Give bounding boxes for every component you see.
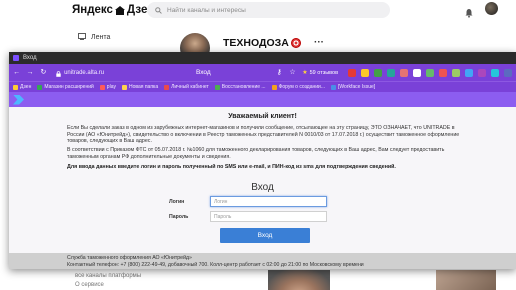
bookmark-item[interactable]: Дзен bbox=[13, 84, 31, 90]
feed-icon bbox=[78, 33, 86, 42]
browser-window: Вход ← → ↻ unitrade.alta.ru Вход ⚷ ☆ ★ 5… bbox=[9, 52, 516, 269]
zen-search-placeholder: Найти каналы и интересы bbox=[167, 6, 246, 14]
extension-icon[interactable] bbox=[413, 68, 422, 77]
info-paragraph: Если Вы сделали заказ в одном из зарубеж… bbox=[67, 125, 460, 145]
bookmark-label: Магазин расширений bbox=[44, 84, 94, 90]
bookmark-item[interactable]: [Workface Issue] bbox=[331, 84, 375, 90]
bookmark-favicon-icon bbox=[99, 84, 105, 90]
bookmark-label: [Workface Issue] bbox=[338, 84, 376, 90]
page-heading: Уважаемый клиент! bbox=[228, 113, 297, 120]
extension-icon[interactable] bbox=[361, 68, 370, 77]
extension-icon[interactable] bbox=[465, 68, 474, 77]
bookmark-label: play bbox=[106, 84, 116, 90]
password-label: Пароль bbox=[169, 214, 189, 220]
footer-contacts: Контактный телефон: +7 (800) 222-49-49, … bbox=[67, 262, 364, 268]
zen-about-link[interactable]: О сервисе bbox=[75, 282, 104, 288]
video-thumbnail[interactable] bbox=[268, 270, 330, 290]
extension-icon[interactable] bbox=[374, 68, 383, 77]
bookmark-favicon-icon bbox=[13, 84, 18, 90]
browser-titlebar: Вход bbox=[9, 52, 516, 64]
bookmark-label: Дзен bbox=[20, 84, 32, 90]
key-icon[interactable]: ⚷ bbox=[276, 69, 283, 77]
unitrade-logo-icon[interactable] bbox=[13, 94, 24, 105]
bookmark-label: Личный кабинет bbox=[171, 84, 209, 90]
bookmark-item[interactable]: Форум о создании... bbox=[271, 84, 326, 90]
lock-icon bbox=[56, 64, 61, 82]
reload-icon[interactable]: ↻ bbox=[40, 69, 47, 77]
bookmarks-bar: Дзен Магазин расширений play Новая папка… bbox=[9, 81, 516, 92]
site-header bbox=[9, 92, 516, 107]
reviews-label: 59 отзывов bbox=[309, 69, 339, 76]
site-footer: Служба таможенного оформления АО «Юнитре… bbox=[9, 253, 516, 269]
login-input[interactable] bbox=[210, 196, 327, 207]
extension-icon[interactable] bbox=[426, 68, 435, 77]
bookmark-favicon-icon bbox=[164, 84, 170, 90]
bookmark-icon[interactable]: ☆ bbox=[289, 69, 296, 77]
star-icon: ★ bbox=[302, 70, 308, 76]
extensions-bar bbox=[348, 68, 513, 77]
zen-logo[interactable]: Яндекс Дзен bbox=[72, 4, 154, 16]
bookmark-item[interactable]: Новая папка bbox=[121, 84, 159, 90]
bookmark-favicon-icon bbox=[271, 84, 277, 90]
bookmark-label: Форум о создании... bbox=[278, 84, 326, 90]
browser-toolbar: ← → ↻ unitrade.alta.ru Вход ⚷ ☆ ★ 59 отз… bbox=[9, 64, 516, 81]
extension-icon[interactable] bbox=[439, 68, 448, 77]
zen-user-avatar[interactable] bbox=[485, 2, 498, 15]
page-content: Уважаемый клиент! Если Вы сделали заказ … bbox=[9, 107, 516, 269]
extension-icon[interactable] bbox=[387, 68, 396, 77]
video-thumbnail[interactable] bbox=[436, 270, 496, 290]
footer-service-name: Служба таможенного оформления АО «Юнитре… bbox=[67, 255, 192, 261]
extension-icon[interactable] bbox=[348, 68, 357, 77]
channel-name-text: ТЕХНОДОЗА bbox=[223, 37, 289, 49]
more-options-icon[interactable]: ··· bbox=[314, 37, 324, 48]
channel-name[interactable]: ТЕХНОДОЗА bbox=[223, 37, 301, 49]
tab-favicon-icon bbox=[13, 55, 19, 61]
login-button[interactable]: Вход bbox=[220, 228, 310, 243]
instruction-paragraph: Для ввода данных введите логин и пароль … bbox=[67, 164, 396, 170]
login-title: Вход bbox=[251, 182, 274, 193]
address-url: unitrade.alta.ru bbox=[64, 69, 105, 76]
bookmark-item[interactable]: Личный кабинет bbox=[164, 84, 209, 90]
forward-arrow-icon[interactable]: → bbox=[26, 69, 34, 77]
search-icon bbox=[155, 1, 162, 19]
back-arrow-icon[interactable]: ← bbox=[13, 69, 20, 77]
zen-house-icon bbox=[114, 5, 125, 15]
extension-icon[interactable] bbox=[400, 68, 409, 77]
zen-platform-link[interactable]: все каналы платформы bbox=[75, 273, 141, 279]
zen-nav-feed[interactable]: Лента bbox=[78, 33, 110, 42]
login-label: Логин bbox=[169, 199, 185, 205]
zen-nav-feed-label: Лента bbox=[91, 34, 111, 41]
bookmark-favicon-icon bbox=[331, 84, 337, 90]
zen-search-input[interactable]: Найти каналы и интересы bbox=[147, 2, 390, 18]
page-title: Вход bbox=[195, 69, 211, 76]
extension-icon[interactable] bbox=[452, 68, 461, 77]
folder-icon bbox=[121, 84, 127, 90]
zen-logo-text: Яндекс bbox=[72, 4, 113, 16]
password-input[interactable] bbox=[210, 211, 327, 222]
extension-icon[interactable] bbox=[491, 68, 500, 77]
bookmark-favicon-icon bbox=[214, 84, 220, 90]
bookmark-item[interactable]: play bbox=[99, 84, 116, 90]
bookmark-label: Новая папка bbox=[128, 84, 159, 90]
browser-tab-title[interactable]: Вход bbox=[23, 55, 37, 61]
info-paragraph: В соответствии с Приказом ФТС от 05.07.2… bbox=[67, 147, 445, 160]
address-bar[interactable]: unitrade.alta.ru bbox=[53, 67, 182, 78]
bell-icon[interactable] bbox=[464, 5, 474, 18]
target-icon bbox=[290, 38, 301, 48]
bookmark-label: Восстановление ... bbox=[221, 84, 266, 90]
bookmark-item[interactable]: Магазин расширений bbox=[37, 84, 94, 90]
extension-icon[interactable] bbox=[504, 68, 513, 77]
reviews-badge[interactable]: ★ 59 отзывов bbox=[302, 69, 339, 77]
extension-icon[interactable] bbox=[478, 68, 487, 77]
bookmark-item[interactable]: Восстановление ... bbox=[214, 84, 266, 90]
bookmark-favicon-icon bbox=[37, 84, 43, 90]
